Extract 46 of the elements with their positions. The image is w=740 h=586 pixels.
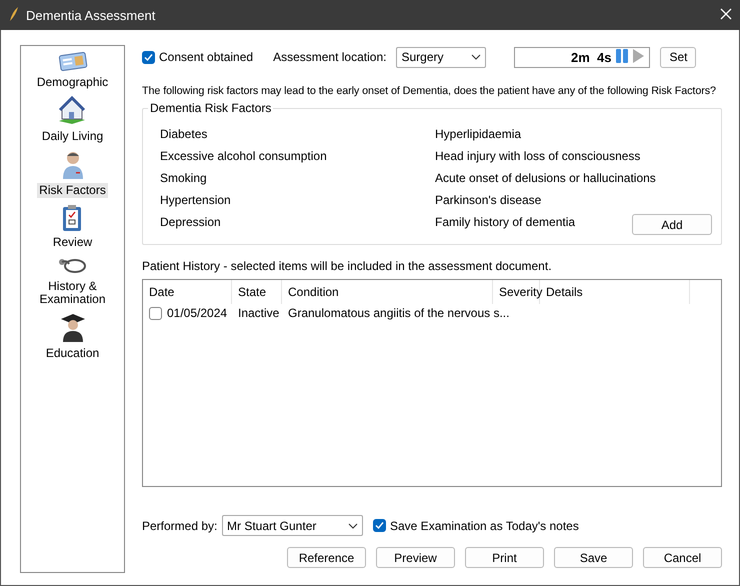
sidebar-item[interactable]: History & Examination [35, 256, 110, 307]
risk-factor-label: Family history of dementia [435, 215, 576, 229]
checkbox[interactable] [149, 306, 162, 320]
dialog-button[interactable]: Reference [287, 547, 366, 568]
patient-history-label: Patient History - selected items will be included in the assessment document. [142, 259, 553, 273]
risk-factor-label: Diabetes [160, 127, 208, 141]
performer-dropdown[interactable]: Mr Stuart Gunter [222, 515, 363, 536]
risk-factor-label: Excessive alcohol consumption [160, 149, 328, 163]
sidebar-item[interactable]: Demographic [32, 50, 112, 90]
risk-factor-label: Head injury with loss of consciousness [435, 149, 642, 163]
table-cell: 01/05/2024 [167, 306, 228, 320]
group-title: Dementia Risk Factors [148, 101, 274, 115]
dialog-button[interactable]: Preview [376, 547, 455, 568]
table-cell: Inactive [238, 306, 280, 320]
sidebar-item[interactable]: Education [42, 313, 104, 361]
risk-factor-label: Parkinson's disease [435, 193, 542, 207]
dialog-button[interactable]: Cancel [643, 547, 722, 568]
column-header[interactable]: Severity [493, 280, 540, 304]
caret-icon [471, 54, 482, 60]
set-button[interactable]: Set [660, 46, 696, 68]
question-text: The following risk factors may lead to the early onset of Dementia, does the patient have any of the following Risk Factors? [142, 85, 717, 99]
risk-factor-label: Smoking [160, 171, 208, 185]
save-notes-label: Save Examination as Today's notes [390, 518, 579, 532]
risk-factor-label: Hyperlipidaemia [435, 127, 522, 141]
sidebar-item[interactable]: Risk Factors [35, 150, 110, 198]
location-dropdown[interactable]: Surgery [396, 46, 486, 68]
column-header[interactable]: State [232, 280, 282, 304]
risk-factor-label: Acute onset of delusions or hallucinations [435, 171, 656, 185]
window-title: Dementia Assessment [26, 8, 156, 22]
checkbox[interactable] [373, 519, 386, 532]
table-cell: Granulomatous angiitis of the nervous s... [288, 306, 510, 320]
column-header[interactable]: Condition [282, 280, 493, 304]
risk-factor-label: Hypertension [160, 193, 232, 207]
timer-reading: 2m 4s [570, 50, 612, 64]
location-label: Assessment location: [273, 50, 386, 64]
checkbox[interactable] [142, 50, 155, 64]
add-button[interactable]: Add [632, 214, 712, 235]
column-header[interactable]: Date [143, 280, 232, 304]
sidebar-item[interactable]: Review [48, 204, 96, 250]
caret-icon [348, 522, 358, 528]
performed-by-label: Performed by: [142, 518, 216, 532]
dialog-button[interactable]: Save [554, 547, 633, 568]
consent-label: Consent obtained [159, 50, 254, 64]
sidebar-item[interactable]: Daily Living [38, 96, 108, 144]
dialog-button[interactable]: Print [465, 547, 544, 568]
risk-factor-label: Depression [160, 215, 222, 229]
